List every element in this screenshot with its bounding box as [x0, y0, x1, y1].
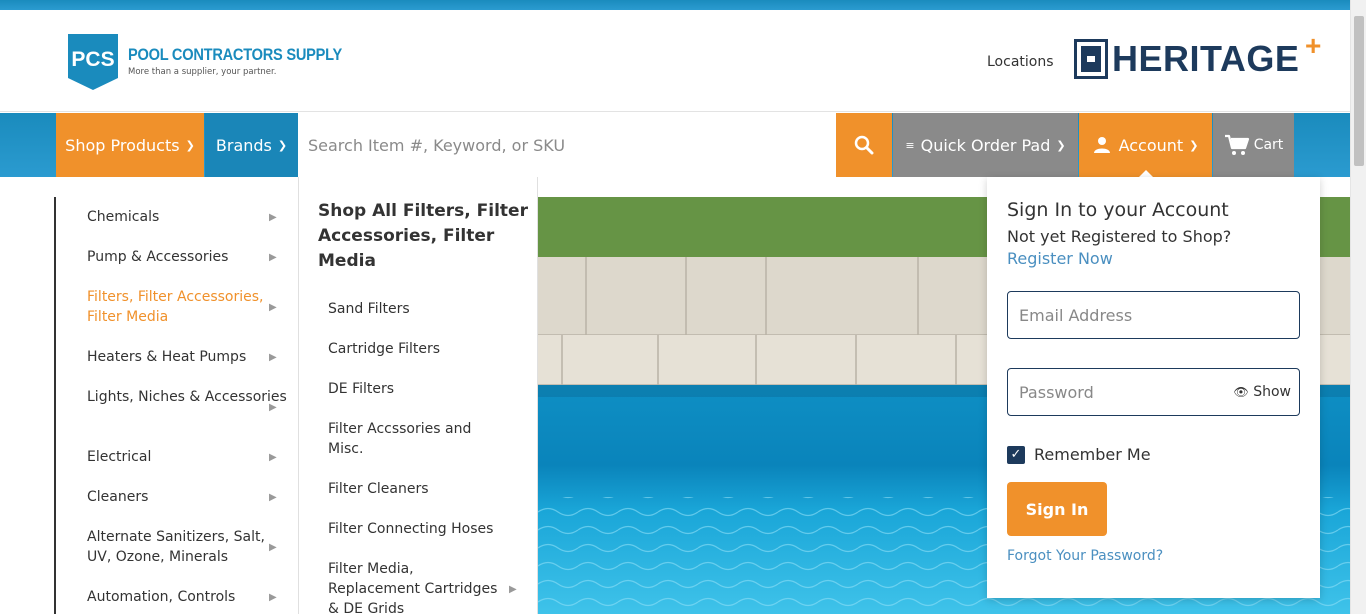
page-scrollbar[interactable]: [1350, 0, 1366, 614]
category-menu: Chemicals Pump & Accessories Filters, Fi…: [56, 177, 299, 614]
category-item-pumps[interactable]: Pump & Accessories: [87, 247, 287, 267]
user-icon: [1093, 137, 1110, 153]
triangle-right-icon: ▶: [269, 352, 277, 363]
triangle-right-icon: ▶: [269, 592, 277, 603]
heritage-wordmark: HERITAGE: [1112, 38, 1300, 79]
pcs-badge-text: PCS: [71, 48, 114, 71]
site-header: PCS POOL CONTRACTORS SUPPLY More than a …: [0, 10, 1350, 112]
shop-products-button[interactable]: Shop Products ❯: [56, 113, 204, 177]
quick-order-pad-button[interactable]: ≡ Quick Order Pad ❯: [893, 113, 1078, 177]
brands-button[interactable]: Brands ❯: [205, 113, 298, 177]
quick-order-label: Quick Order Pad: [920, 135, 1051, 155]
category-item-filters[interactable]: Filters, Filter Accessories, Filter Medi…: [87, 287, 287, 327]
register-now-link[interactable]: Register Now: [1007, 249, 1113, 268]
page: PCS POOL CONTRACTORS SUPPLY More than a …: [0, 0, 1366, 614]
sign-in-button[interactable]: Sign In: [1007, 482, 1107, 536]
site-logo[interactable]: PCS POOL CONTRACTORS SUPPLY More than a …: [64, 30, 377, 92]
submenu-item-de-filters[interactable]: DE Filters: [328, 379, 508, 399]
submenu-title-link[interactable]: Shop All Filters, Filter Accessories, Fi…: [318, 199, 528, 274]
triangle-right-icon: ▶: [269, 542, 277, 553]
triangle-right-icon: ▶: [269, 302, 277, 313]
signin-title: Sign In to your Account: [1007, 199, 1229, 221]
filters-submenu: Shop All Filters, Filter Accessories, Fi…: [299, 177, 538, 614]
cart-icon: [1224, 134, 1249, 155]
locations-link[interactable]: Locations: [987, 54, 1054, 70]
category-item-automation[interactable]: Automation, Controls: [87, 587, 287, 607]
search-icon: [854, 135, 874, 155]
heritage-logo[interactable]: HERITAGE +: [1074, 30, 1321, 80]
category-item-electrical[interactable]: Electrical: [87, 447, 287, 467]
eye-icon: 👁: [1233, 385, 1249, 399]
search-button[interactable]: [836, 113, 892, 177]
heritage-h-icon: [1074, 39, 1108, 79]
submenu-item-filter-media[interactable]: Filter Media, Replacement Cartridges & D…: [328, 559, 508, 614]
submenu-item-sand-filters[interactable]: Sand Filters: [328, 299, 508, 319]
remember-me-checkbox[interactable]: ✓: [1007, 445, 1025, 464]
category-item-sanitizers[interactable]: Alternate Sanitizers, Salt, UV, Ozone, M…: [87, 527, 287, 567]
list-icon: ≡: [905, 138, 915, 152]
main-nav: Shop Products ❯ Brands ❯ ≡ Quick Order P…: [0, 113, 1350, 177]
submenu-item-filter-cleaners[interactable]: Filter Cleaners: [328, 479, 508, 499]
brands-label: Brands: [215, 135, 272, 155]
email-input[interactable]: [1008, 292, 1299, 338]
remember-me[interactable]: ✓ Remember Me: [1007, 445, 1151, 464]
triangle-right-icon: ▶: [509, 584, 517, 595]
logo-text: POOL CONTRACTORS SUPPLY More than a supp…: [128, 45, 377, 77]
forgot-password-link[interactable]: Forgot Your Password?: [1007, 548, 1163, 564]
cart-button[interactable]: Cart: [1213, 113, 1294, 177]
shop-products-label: Shop Products: [65, 135, 180, 155]
show-label: Show: [1253, 384, 1291, 400]
top-stripe: [0, 0, 1350, 10]
chevron-down-icon: ❯: [185, 138, 195, 152]
submenu-item-cartridge-filters[interactable]: Cartridge Filters: [328, 339, 508, 359]
triangle-right-icon: ▶: [269, 252, 277, 263]
checkmark-icon: ✓: [1010, 446, 1022, 462]
category-item-lights[interactable]: Lights, Niches & Accessories: [87, 387, 287, 407]
submenu-item-filter-hoses[interactable]: Filter Connecting Hoses: [328, 519, 508, 539]
logo-name: POOL CONTRACTORS SUPPLY: [128, 45, 342, 64]
cart-label: Cart: [1253, 137, 1284, 153]
show-password-toggle[interactable]: 👁 Show: [1234, 384, 1291, 400]
chevron-down-icon: ❯: [277, 138, 288, 152]
plus-icon: +: [1304, 30, 1322, 61]
pcs-badge-icon: PCS: [68, 34, 118, 90]
search-box: [298, 113, 836, 177]
scrollbar-thumb[interactable]: [1354, 16, 1364, 166]
submenu-item-filter-accessories[interactable]: Filter Accssories and Misc.: [328, 419, 508, 459]
triangle-right-icon: ▶: [269, 212, 277, 223]
triangle-right-icon: ▶: [269, 402, 277, 413]
account-label: Account: [1118, 135, 1184, 155]
logo-tagline: More than a supplier, your partner.: [128, 67, 277, 77]
search-input[interactable]: [298, 113, 836, 177]
remember-me-label: Remember Me: [1034, 445, 1151, 464]
account-button[interactable]: Account ❯: [1079, 113, 1212, 177]
triangle-right-icon: ▶: [269, 492, 277, 503]
password-field: 👁 Show: [1007, 368, 1300, 416]
signin-panel: Sign In to your Account Not yet Register…: [987, 177, 1320, 598]
category-item-cleaners[interactable]: Cleaners: [87, 487, 287, 507]
chevron-down-icon: ❯: [1056, 138, 1066, 152]
triangle-right-icon: ▶: [269, 452, 277, 463]
not-registered-text: Not yet Registered to Shop?: [1007, 227, 1232, 246]
category-item-heaters[interactable]: Heaters & Heat Pumps: [87, 347, 287, 367]
chevron-down-icon: ❯: [1189, 138, 1199, 152]
email-field: [1007, 291, 1300, 339]
category-item-chemicals[interactable]: Chemicals: [87, 207, 287, 227]
